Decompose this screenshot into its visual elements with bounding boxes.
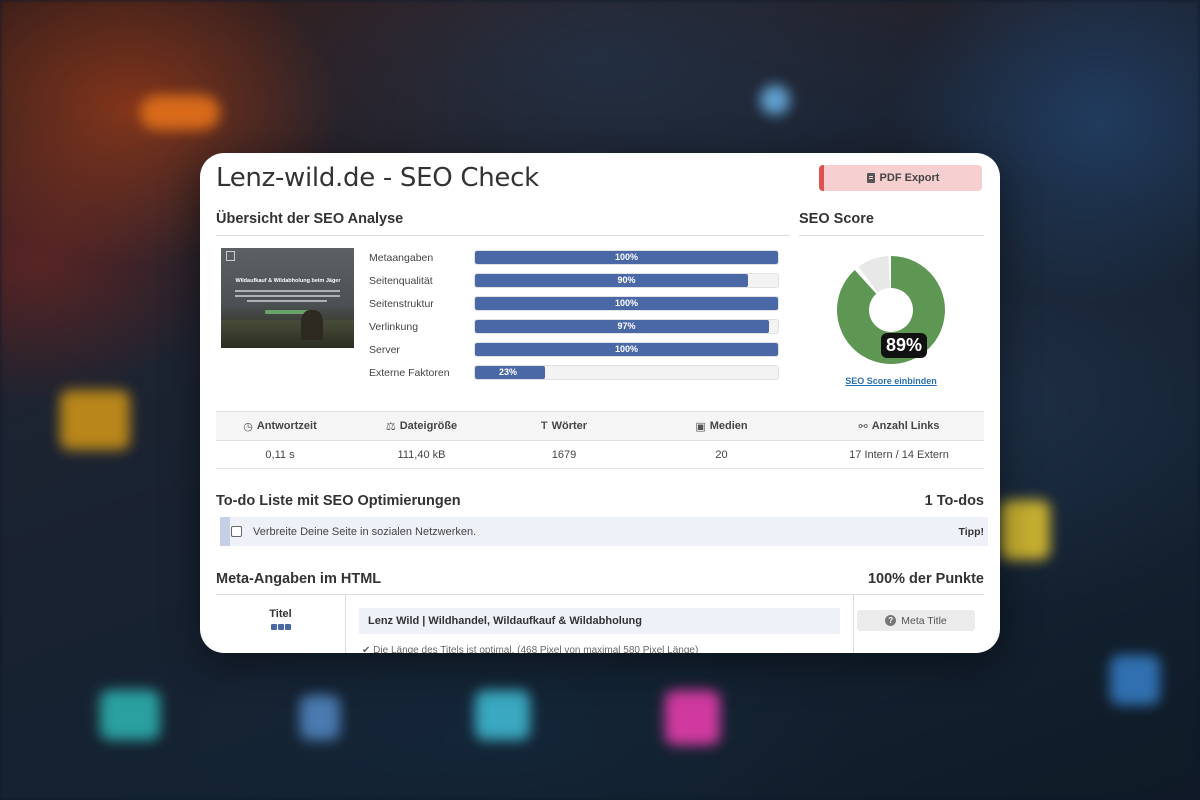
- meta-title-button-label: Meta Title: [901, 614, 947, 627]
- progress-text: 100%: [614, 252, 639, 262]
- bar-row-seitenqualitaet: Seitenqualität 90%: [369, 269, 779, 292]
- bar-label: Verlinkung: [369, 320, 419, 333]
- stats-header-words: T Wörter: [499, 412, 629, 440]
- bg-blob: [100, 690, 160, 740]
- bar-label: Metaangaben: [369, 251, 434, 264]
- meta-title-value: Lenz Wild | Wildhandel, Wildaufkauf & Wi…: [359, 608, 840, 634]
- thumbnail-title: Wildaufkauf & Wildabholung beim Jäger: [235, 278, 341, 284]
- todo-count: 1 To-dos: [924, 493, 984, 509]
- progress-bar: 100%: [474, 296, 779, 311]
- thumbnail-logo: [226, 251, 235, 261]
- seo-score-heading: SEO Score: [799, 211, 984, 236]
- progress-bar: 97%: [474, 319, 779, 334]
- progress-bar: 23%: [474, 365, 779, 380]
- progress-text: 97%: [617, 321, 636, 331]
- bg-blob: [1000, 500, 1050, 560]
- rating-dots: [216, 624, 345, 630]
- embed-score-link[interactable]: SEO Score einbinden: [798, 376, 984, 386]
- bar-row-externe-faktoren: Externe Faktoren 23%: [369, 361, 779, 384]
- thumbnail-text-line: [235, 290, 340, 292]
- progress-text: 90%: [617, 275, 636, 285]
- bg-blob: [140, 95, 220, 130]
- image-icon: ▣: [695, 420, 706, 433]
- rating-dot: [270, 624, 277, 630]
- text-height-icon: T: [540, 420, 548, 432]
- thumbnail-ground: [221, 320, 354, 348]
- bar-row-server: Server 100%: [369, 338, 779, 361]
- question-icon: ?: [885, 615, 897, 626]
- stats-header-links: ⚯ Anzahl Links: [814, 412, 984, 440]
- meta-row-label-cell: Titel: [216, 595, 346, 653]
- seo-check-card: Lenz-wild.de - SEO Check PDF Export Über…: [200, 153, 1000, 653]
- stats-header-label: Medien: [709, 420, 748, 432]
- stats-header-label: Anzahl Links: [871, 420, 940, 432]
- progress-bar: 100%: [474, 342, 779, 357]
- link-icon: ⚯: [858, 420, 868, 433]
- seo-score-value: 89%: [881, 333, 928, 358]
- bar-label: Seitenqualität: [369, 274, 433, 287]
- rating-dot: [277, 624, 284, 630]
- stats-header-file-size: ⚖ Dateigröße: [344, 412, 499, 440]
- overview-heading: Übersicht der SEO Analyse: [216, 211, 790, 236]
- todo-item: Verbreite Deine Seite in sozialen Netzwe…: [220, 517, 988, 546]
- bar-label: Server: [369, 343, 400, 356]
- pdf-export-label: PDF Export: [879, 172, 940, 184]
- stats-header-row: ◷ Antwortzeit ⚖ Dateigröße T Wörter ▣ Medien…: [216, 412, 984, 441]
- todo-item-tag: Tipp!: [958, 525, 984, 538]
- thumbnail-text-line: [247, 300, 327, 302]
- bg-blob: [1110, 655, 1160, 705]
- stats-header-response-time: ◷ Antwortzeit: [216, 412, 344, 440]
- stats-value-media: 20: [715, 448, 728, 461]
- category-bars: Metaangaben 100% Seitenqualität 90% Seit…: [369, 246, 779, 384]
- progress-text: 23%: [499, 367, 518, 377]
- bg-blob: [475, 690, 530, 740]
- todo-heading: To-do Liste mit SEO Optimierungen: [216, 493, 461, 509]
- bar-row-verlinkung: Verlinkung 97%: [369, 315, 779, 338]
- meta-title-help-button[interactable]: ? Meta Title: [857, 610, 975, 631]
- meta-points: 100% der Punkte: [867, 571, 984, 587]
- meta-row-label: Titel: [269, 608, 292, 620]
- bar-row-seitenstruktur: Seitenstruktur 100%: [369, 292, 779, 315]
- thumbnail-text-line: [235, 295, 340, 297]
- meta-heading: Meta-Angaben im HTML: [216, 571, 382, 587]
- document-icon: [866, 173, 875, 183]
- stats-header-label: Wörter: [551, 420, 588, 432]
- stats-header-label: Dateigröße: [399, 420, 458, 432]
- stats-value-file-size: 111,40 kB: [397, 448, 446, 461]
- stats-value-response-time: 0,11 s: [265, 448, 295, 461]
- progress-bar: 100%: [474, 250, 779, 265]
- meta-title-note: ✔ Die Länge des Titels ist optimal. (468…: [362, 645, 699, 653]
- bar-row-metaangaben: Metaangaben 100%: [369, 246, 779, 269]
- progress-text: 100%: [614, 298, 639, 308]
- stats-value-row: 0,11 s 111,40 kB 1679 20 17 Intern / 14 …: [216, 441, 984, 469]
- stats-table: ◷ Antwortzeit ⚖ Dateigröße T Wörter ▣ Medien…: [216, 411, 984, 469]
- progress-text: 100%: [614, 344, 639, 354]
- thumbnail-deer: [301, 310, 323, 340]
- website-thumbnail[interactable]: Wildaufkauf & Wildabholung beim Jäger: [221, 248, 354, 348]
- bar-label: Externe Faktoren: [369, 366, 450, 379]
- bg-blob: [665, 690, 720, 745]
- bg-blob: [300, 695, 340, 740]
- bg-blob: [60, 390, 130, 450]
- progress-bar: 90%: [474, 273, 779, 288]
- scale-icon: ⚖: [385, 420, 396, 433]
- stats-value-links: 17 Intern / 14 Extern: [849, 448, 949, 461]
- stats-header-label: Antwortzeit: [256, 420, 317, 432]
- rating-dot: [284, 624, 291, 630]
- todo-checkbox[interactable]: [231, 526, 242, 537]
- stats-header-media: ▣ Medien: [629, 412, 814, 440]
- pdf-export-button[interactable]: PDF Export: [819, 165, 982, 191]
- bg-blob: [760, 85, 790, 115]
- meta-column-divider: [853, 595, 854, 653]
- page-title: Lenz-wild.de - SEO Check: [216, 163, 539, 193]
- stats-value-words: 1679: [551, 448, 577, 461]
- stopwatch-icon: ◷: [243, 420, 253, 433]
- todo-item-text: Verbreite Deine Seite in sozialen Netzwe…: [253, 525, 477, 538]
- bar-label: Seitenstruktur: [369, 297, 434, 310]
